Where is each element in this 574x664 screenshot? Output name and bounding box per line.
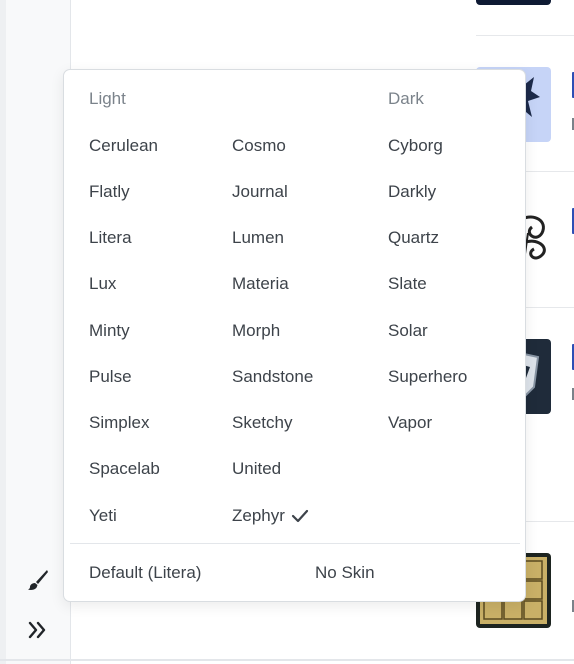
light-themes-header: Light bbox=[89, 89, 126, 108]
theme-solar[interactable]: Solar bbox=[388, 320, 428, 342]
theme-zephyr-label: Zephyr bbox=[232, 506, 285, 525]
default-theme-option[interactable]: Default (Litera) bbox=[89, 562, 201, 584]
sidebar bbox=[0, 0, 71, 664]
dark-themes-header: Dark bbox=[388, 89, 424, 108]
theme-litera[interactable]: Litera bbox=[89, 227, 132, 249]
theme-minty[interactable]: Minty bbox=[89, 320, 130, 342]
popover-divider bbox=[70, 543, 520, 544]
theme-cosmo[interactable]: Cosmo bbox=[232, 135, 286, 157]
theme-lux[interactable]: Lux bbox=[89, 273, 116, 295]
theme-darkly[interactable]: Darkly bbox=[388, 181, 436, 203]
theme-zephyr[interactable]: Zephyr bbox=[232, 505, 309, 529]
theme-lumen[interactable]: Lumen bbox=[232, 227, 284, 249]
theme-sandstone[interactable]: Sandstone bbox=[232, 366, 313, 388]
theme-morph[interactable]: Morph bbox=[232, 320, 280, 342]
checkmark-icon bbox=[291, 507, 309, 529]
theme-simplex[interactable]: Simplex bbox=[89, 412, 149, 434]
item-thumbnail[interactable] bbox=[476, 0, 551, 5]
divider bbox=[476, 35, 574, 36]
theme-superhero[interactable]: Superhero bbox=[388, 366, 467, 388]
theme-picker-popover: Light Dark Cerulean Flatly Litera Lux Mi… bbox=[63, 69, 526, 602]
theme-materia[interactable]: Materia bbox=[232, 273, 289, 295]
theme-sketchy[interactable]: Sketchy bbox=[232, 412, 292, 434]
paintbrush-icon[interactable] bbox=[24, 566, 52, 594]
theme-flatly[interactable]: Flatly bbox=[89, 181, 130, 203]
no-skin-option[interactable]: No Skin bbox=[315, 562, 375, 584]
sidebar-edge bbox=[0, 0, 6, 664]
theme-journal[interactable]: Journal bbox=[232, 181, 288, 203]
double-chevron-right-icon[interactable] bbox=[24, 616, 52, 644]
theme-quartz[interactable]: Quartz bbox=[388, 227, 439, 249]
theme-spacelab[interactable]: Spacelab bbox=[89, 458, 160, 480]
theme-united[interactable]: United bbox=[232, 458, 281, 480]
bottom-border bbox=[0, 659, 574, 661]
theme-slate[interactable]: Slate bbox=[388, 273, 427, 295]
theme-cyborg[interactable]: Cyborg bbox=[388, 135, 443, 157]
theme-cerulean[interactable]: Cerulean bbox=[89, 135, 158, 157]
theme-pulse[interactable]: Pulse bbox=[89, 366, 132, 388]
theme-yeti[interactable]: Yeti bbox=[89, 505, 117, 527]
theme-vapor[interactable]: Vapor bbox=[388, 412, 432, 434]
